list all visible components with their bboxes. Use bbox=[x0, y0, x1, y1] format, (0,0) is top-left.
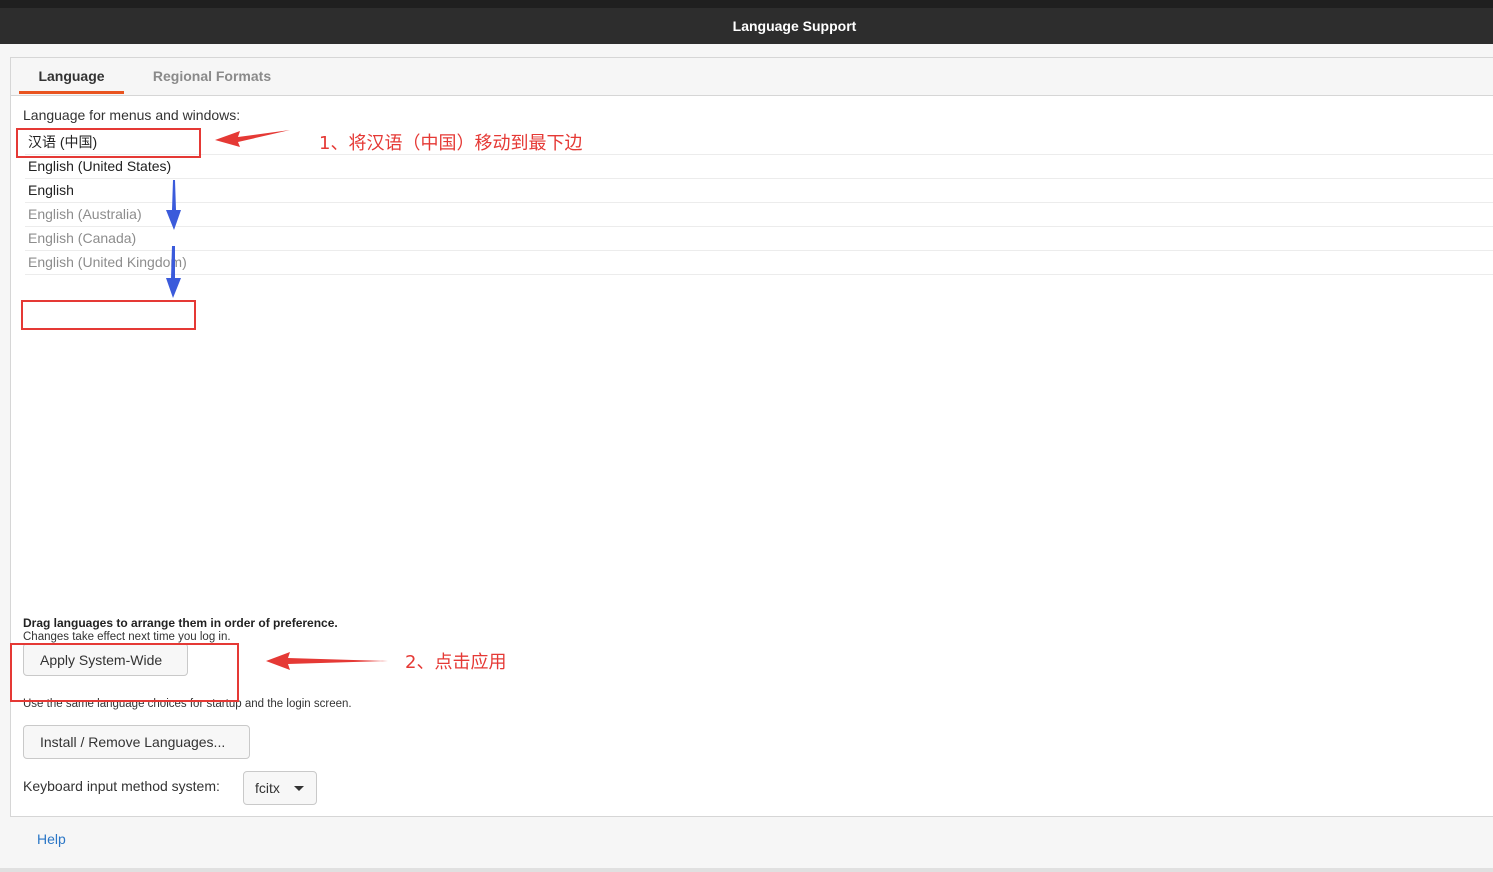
arrow-left-icon bbox=[215, 130, 290, 147]
annotation-arrows bbox=[166, 130, 388, 670]
arrow-down-icon bbox=[166, 246, 181, 298]
arrow-down-icon bbox=[166, 180, 181, 230]
arrow-left-icon bbox=[266, 652, 388, 670]
